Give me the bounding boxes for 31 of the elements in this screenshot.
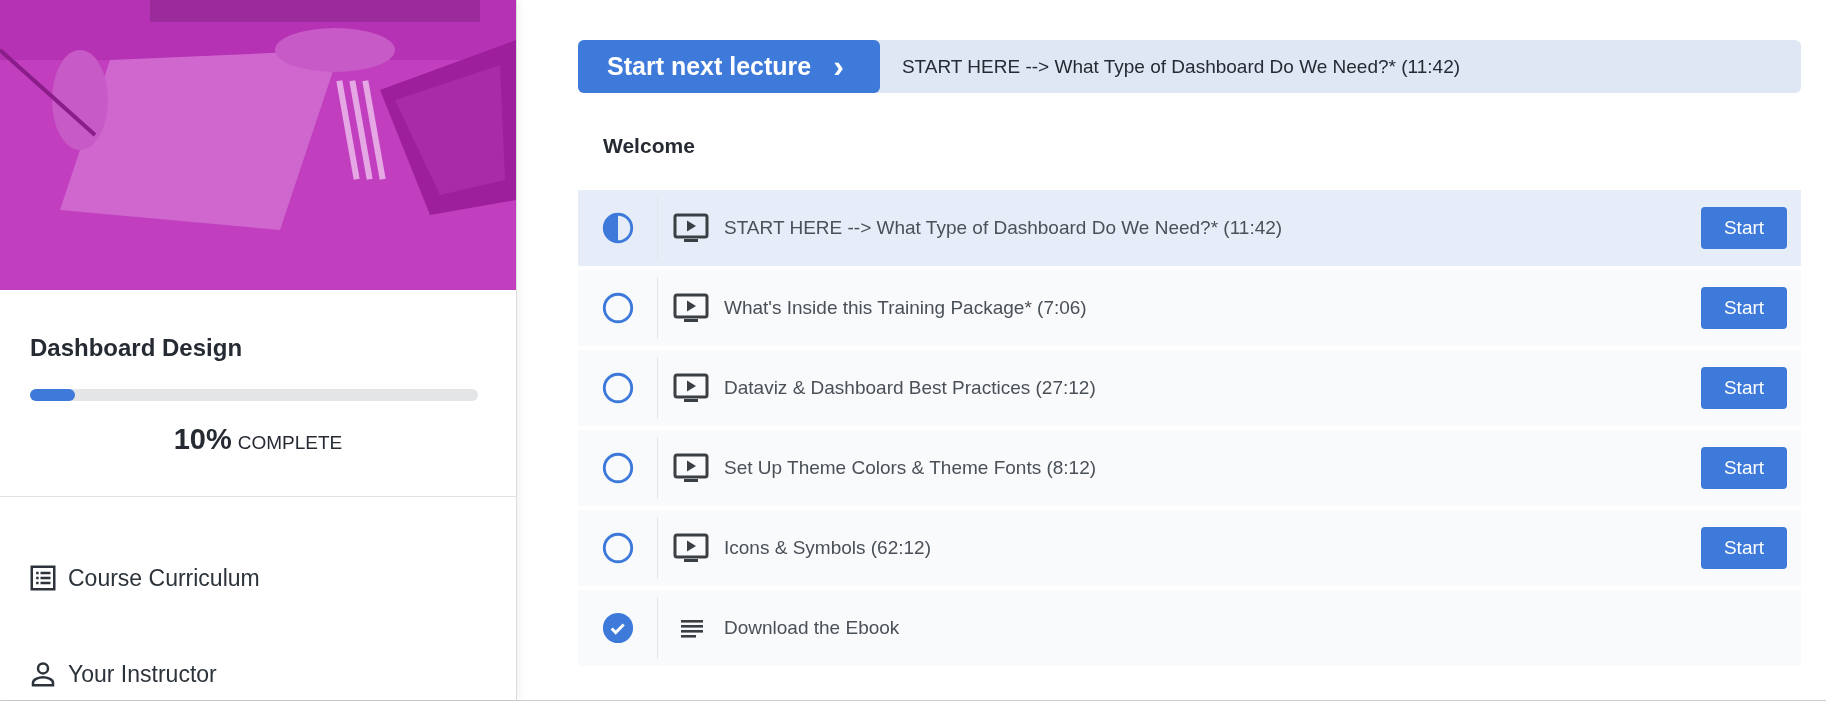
next-lecture-title: START HERE --> What Type of Dashboard Do We Need?* (11:42) xyxy=(901,55,1461,78)
video-icon xyxy=(673,213,709,243)
lecture-row[interactable]: What's Inside this Training Package* (7:06) Start xyxy=(578,270,1801,346)
video-icon xyxy=(673,293,709,323)
video-icon xyxy=(673,373,709,403)
start-next-lecture-button[interactable]: Start next lecture › xyxy=(578,40,880,93)
lecture-title: Download the Ebook xyxy=(724,617,901,639)
lecture-title: What's Inside this Training Package* (7:06) xyxy=(724,297,1088,319)
start-button[interactable]: Start xyxy=(1701,447,1787,489)
lecture-title: START HERE --> What Type of Dashboard Do We Need?* (11:42) xyxy=(724,217,1284,239)
progress-percent: 10% xyxy=(173,423,232,455)
start-button[interactable]: Start xyxy=(1701,207,1787,249)
lecture-title: Dataviz & Dashboard Best Practices (27:12) xyxy=(724,377,1097,399)
lecture-row[interactable]: START HERE --> What Type of Dashboard Do We Need?* (11:42) Start xyxy=(578,190,1801,266)
video-icon xyxy=(673,533,709,563)
lecture-row[interactable]: Set Up Theme Colors & Theme Fonts (8:12) Start xyxy=(578,430,1801,506)
lecture-row[interactable]: Icons & Symbols (62:12) Start xyxy=(578,510,1801,586)
lecture-title: Set Up Theme Colors & Theme Fonts (8:12) xyxy=(724,457,1098,479)
lecture-title: Icons & Symbols (62:12) xyxy=(724,537,932,559)
start-button[interactable]: Start xyxy=(1701,287,1787,329)
list-icon xyxy=(28,563,58,593)
start-button[interactable]: Start xyxy=(1701,527,1787,569)
lecture-row[interactable]: Dataviz & Dashboard Best Practices (27:12) Start xyxy=(578,350,1801,426)
start-button[interactable]: Start xyxy=(1701,367,1787,409)
nav-link[interactable]: Your Instructor xyxy=(28,659,217,689)
nav-link[interactable]: Course Curriculum xyxy=(28,563,260,593)
course-title: Dashboard Design xyxy=(30,334,244,362)
lecture-row[interactable]: Download the Ebook xyxy=(578,590,1801,666)
progress-label: COMPLETE xyxy=(237,432,343,453)
section-title: Welcome xyxy=(602,133,696,159)
video-icon xyxy=(673,453,709,483)
